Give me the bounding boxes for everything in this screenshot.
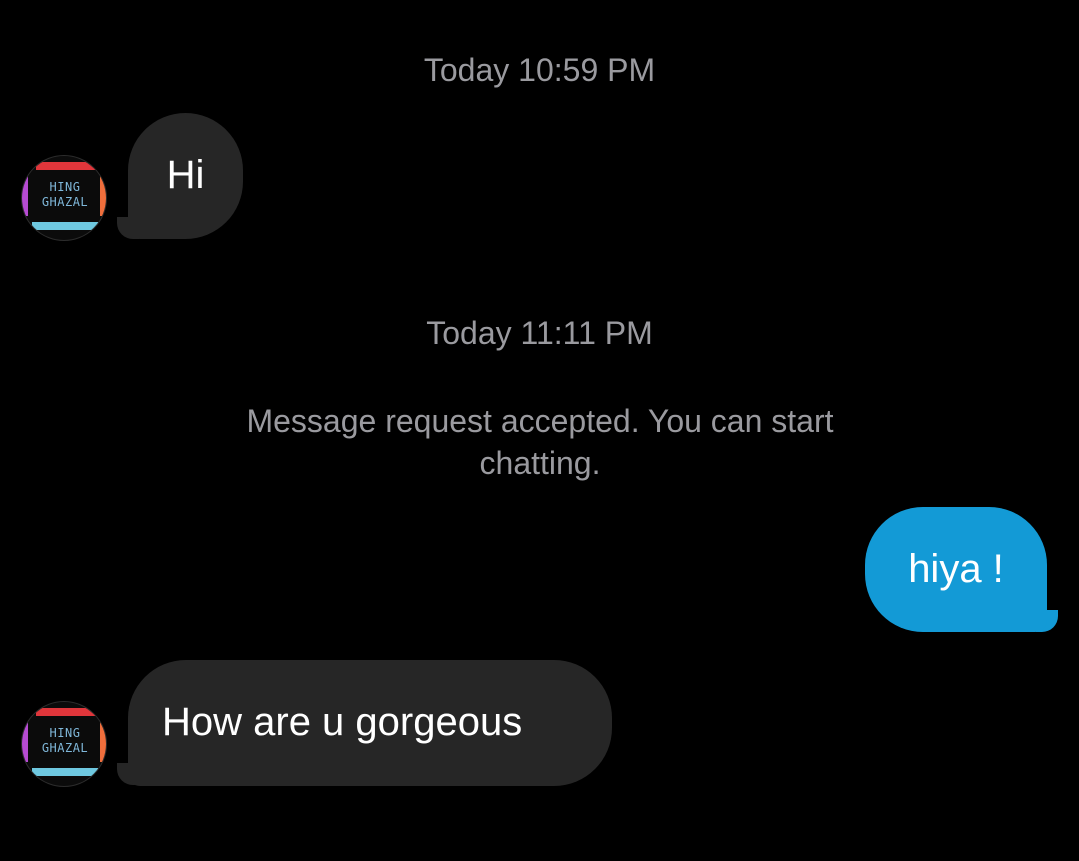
message-request-notice: Message request accepted. You can start … — [246, 403, 834, 481]
message-text: How are u gorgeous — [162, 700, 523, 744]
avatar-decoration — [100, 722, 106, 762]
avatar-logo-line: HING — [49, 180, 81, 194]
avatar-logo-text: HING GHAZAL — [34, 726, 96, 756]
avatar-decoration — [36, 162, 98, 170]
message-text: hiya ! — [908, 547, 1004, 591]
message-bubble-incoming[interactable]: How are u gorgeous — [128, 660, 612, 786]
avatar-logo-line: GHAZAL — [41, 741, 89, 755]
contact-avatar[interactable]: HING GHAZAL — [21, 155, 107, 241]
message-bubble-outgoing[interactable]: hiya ! — [865, 507, 1047, 632]
avatar-decoration — [22, 176, 28, 216]
avatar-logo-line: GHAZAL — [41, 195, 89, 209]
timestamp-1: Today 10:59 PM — [423, 52, 656, 88]
timestamp-2: Today 11:11 PM — [426, 315, 653, 351]
contact-avatar[interactable]: HING GHAZAL — [21, 701, 107, 787]
avatar-logo-text: HING GHAZAL — [34, 180, 96, 210]
avatar-decoration — [32, 222, 98, 230]
avatar-decoration — [22, 722, 28, 762]
message-bubble-incoming[interactable]: Hi — [128, 113, 243, 239]
message-text: Hi — [166, 153, 205, 197]
avatar-decoration — [100, 176, 106, 216]
avatar-logo-line: HING — [49, 726, 81, 740]
avatar-decoration — [32, 768, 98, 776]
avatar-decoration — [36, 708, 98, 716]
